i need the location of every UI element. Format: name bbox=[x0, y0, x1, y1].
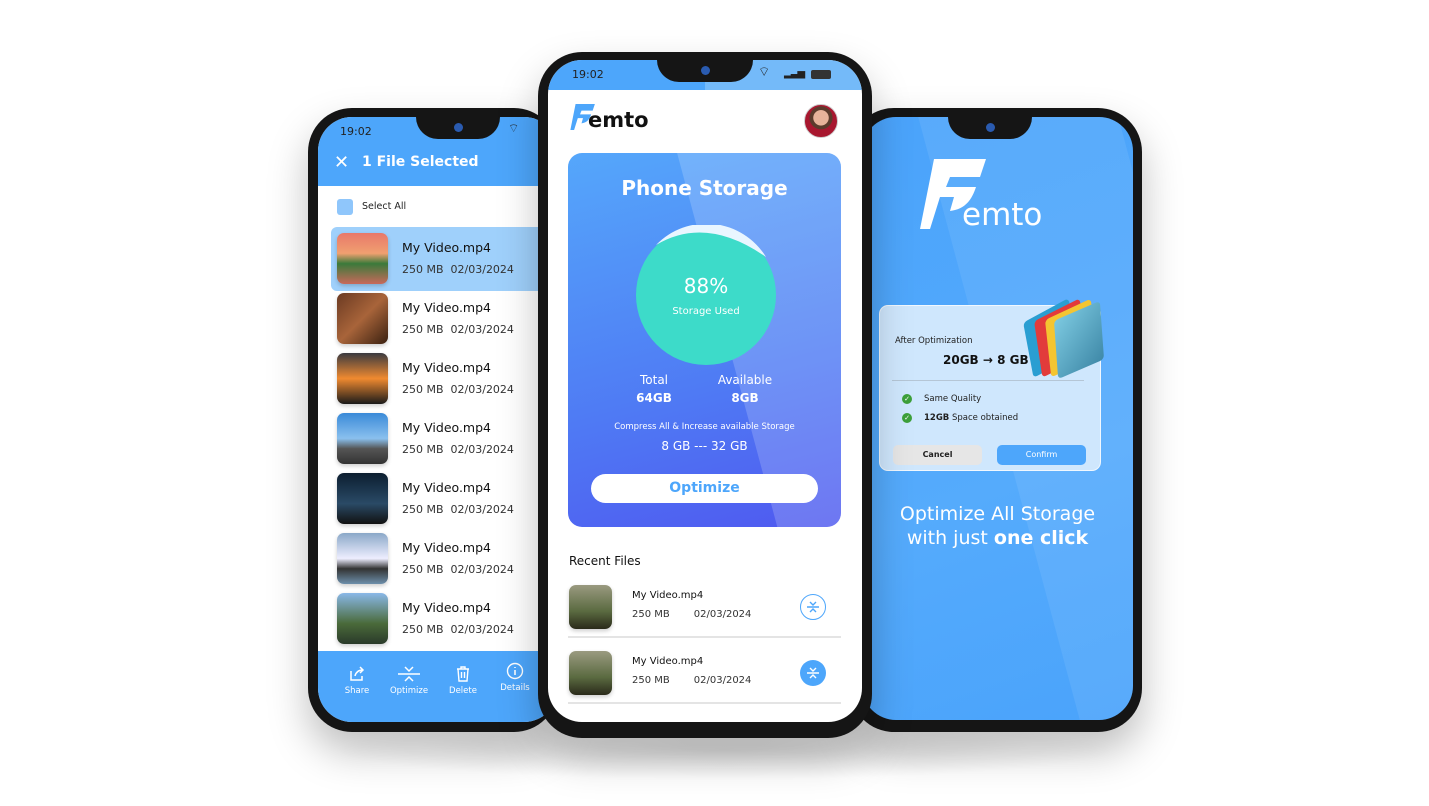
dialog-label: After Optimization bbox=[895, 336, 973, 346]
recent-file-item[interactable]: My Video.mp4 250 MB 02/03/2024 bbox=[568, 576, 841, 638]
file-list-item[interactable]: My Video.mp4 250 MB 02/03/2024 bbox=[331, 347, 558, 411]
compress-icon bbox=[806, 601, 819, 612]
center-screen: 19:02 ⌔ ▂▃▅ emto Phone Storage 88% Stora… bbox=[548, 60, 862, 722]
status-time: 19:02 bbox=[340, 125, 372, 138]
delete-button[interactable]: Delete bbox=[438, 665, 488, 696]
file-list-item[interactable]: My Video.mp4 250 MB 02/03/2024 bbox=[331, 407, 558, 471]
file-thumbnail bbox=[337, 533, 388, 584]
card-title: Phone Storage bbox=[621, 176, 788, 200]
left-screen: 19:02 ⌔ ✕ 1 File Selected Select All My … bbox=[318, 117, 558, 722]
signal-icon: ▂▃▅ bbox=[784, 68, 805, 79]
divider bbox=[892, 380, 1084, 381]
file-thumbnail bbox=[569, 651, 612, 695]
wifi-icon: ⌔ bbox=[508, 121, 520, 135]
compress-icon bbox=[807, 667, 819, 679]
layers-illustration bbox=[1023, 298, 1105, 380]
used-label: Storage Used bbox=[672, 306, 740, 317]
file-list-item[interactable]: My Video.mp4 250 MB 02/03/2024 bbox=[331, 587, 558, 651]
file-meta: 250 MB 02/03/2024 bbox=[402, 323, 514, 336]
available-value: 8GB bbox=[731, 391, 759, 405]
optimize-button[interactable]: Optimize bbox=[384, 665, 434, 696]
file-meta: 250 MB 02/03/2024 bbox=[402, 443, 514, 456]
same-quality-text: Same Quality bbox=[924, 394, 982, 404]
file-thumbnail bbox=[337, 233, 388, 284]
share-icon bbox=[350, 666, 365, 681]
file-name: My Video.mp4 bbox=[402, 600, 491, 615]
check-icon: ✓ bbox=[902, 394, 912, 404]
space-obtained-text: 12GB Space obtained bbox=[924, 413, 1019, 423]
info-icon bbox=[506, 662, 524, 680]
file-meta: 250 MB 02/03/2024 bbox=[402, 263, 514, 276]
file-name: My Video.mp4 bbox=[402, 240, 491, 255]
file-meta: 250 MB 02/03/2024 bbox=[402, 623, 514, 636]
file-name: My Video.mp4 bbox=[402, 420, 491, 435]
file-meta: 250 MB 02/03/2024 bbox=[632, 609, 752, 620]
file-thumbnail bbox=[569, 585, 612, 629]
file-thumbnail bbox=[337, 293, 388, 344]
details-button[interactable]: Details bbox=[490, 662, 540, 693]
select-all-checkbox[interactable] bbox=[337, 199, 353, 215]
file-meta: 250 MB 02/03/2024 bbox=[632, 675, 752, 686]
status-time: 19:02 bbox=[572, 68, 604, 81]
file-name: My Video.mp4 bbox=[632, 590, 704, 601]
femto-logo-text: emto bbox=[962, 197, 1043, 233]
right-phone: emto After Optimization 20GB → 8 GB ✓ Sa… bbox=[850, 108, 1142, 732]
right-screen: emto After Optimization 20GB → 8 GB ✓ Sa… bbox=[862, 117, 1133, 720]
file-meta: 250 MB 02/03/2024 bbox=[402, 503, 514, 516]
file-thumbnail bbox=[337, 473, 388, 524]
femto-logo-text: emto bbox=[588, 108, 649, 132]
total-label: Total bbox=[639, 373, 669, 387]
file-thumbnail bbox=[337, 353, 388, 404]
bottom-toolbar: Share Optimize Delete Details bbox=[318, 651, 558, 722]
available-label: Available bbox=[717, 373, 773, 387]
storage-card: Phone Storage 88% Storage Used Total 64G… bbox=[568, 153, 841, 527]
cancel-button[interactable]: Cancel bbox=[893, 445, 982, 465]
file-thumbnail bbox=[337, 593, 388, 644]
selection-title: 1 File Selected bbox=[362, 154, 479, 170]
share-button[interactable]: Share bbox=[332, 665, 382, 696]
dialog-value: 20GB → 8 GB bbox=[943, 353, 1029, 367]
wifi-icon: ⌔ bbox=[758, 65, 771, 80]
file-name: My Video.mp4 bbox=[402, 360, 491, 375]
optimization-dialog: After Optimization 20GB → 8 GB ✓ Same Qu… bbox=[879, 298, 1105, 471]
trash-icon bbox=[457, 666, 469, 682]
optimize-button[interactable]: Optimize bbox=[591, 474, 818, 503]
file-list-item[interactable]: My Video.mp4 250 MB 02/03/2024 bbox=[331, 467, 558, 531]
tagline: Optimize All Storage with just one click bbox=[899, 503, 1096, 549]
file-list-item[interactable]: My Video.mp4 250 MB 02/03/2024 bbox=[331, 227, 558, 291]
confirm-button[interactable]: Confirm bbox=[997, 445, 1086, 465]
total-value: 64GB bbox=[636, 391, 672, 405]
file-name: My Video.mp4 bbox=[402, 540, 491, 555]
compress-file-button[interactable] bbox=[800, 660, 826, 686]
check-icon: ✓ bbox=[902, 413, 912, 423]
file-name: My Video.mp4 bbox=[402, 480, 491, 495]
file-name: My Video.mp4 bbox=[632, 656, 704, 667]
left-phone: 19:02 ⌔ ✕ 1 File Selected Select All My … bbox=[308, 108, 558, 732]
center-phone: 19:02 ⌔ ▂▃▅ emto Phone Storage 88% Stora… bbox=[538, 52, 872, 738]
recent-file-item[interactable]: My Video.mp4 250 MB 02/03/2024 bbox=[568, 642, 841, 704]
compress-file-button[interactable] bbox=[800, 594, 826, 620]
file-list-item[interactable]: My Video.mp4 250 MB 02/03/2024 bbox=[331, 527, 558, 591]
file-meta: 250 MB 02/03/2024 bbox=[402, 383, 514, 396]
recent-files-title: Recent Files bbox=[569, 554, 641, 568]
compress-range: 8 GB --- 32 GB bbox=[661, 439, 748, 453]
compress-text: Compress All & Increase available Storag… bbox=[614, 422, 795, 432]
file-meta: 250 MB 02/03/2024 bbox=[402, 563, 514, 576]
compress-icon bbox=[398, 666, 420, 682]
select-all-label: Select All bbox=[362, 201, 407, 212]
battery-icon bbox=[811, 70, 831, 79]
file-thumbnail bbox=[337, 413, 388, 464]
file-list-item[interactable]: My Video.mp4 250 MB 02/03/2024 bbox=[331, 287, 558, 351]
close-icon[interactable]: ✕ bbox=[334, 152, 349, 173]
used-percent: 88% bbox=[683, 274, 729, 298]
file-name: My Video.mp4 bbox=[402, 300, 491, 315]
avatar[interactable] bbox=[804, 104, 838, 138]
